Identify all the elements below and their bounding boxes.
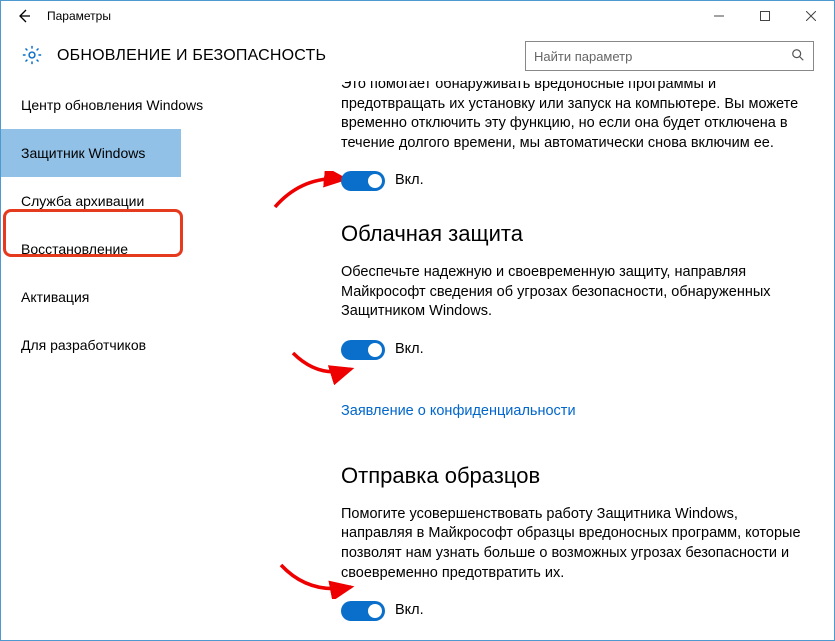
sidebar-item-label: Центр обновления Windows [21, 97, 203, 113]
gear-icon [21, 44, 43, 69]
titlebar: Параметры [1, 1, 834, 31]
search-placeholder: Найти параметр [534, 49, 791, 64]
sidebar-item-developers[interactable]: Для разработчиков [1, 321, 341, 369]
sidebar-item-label: Восстановление [21, 241, 128, 257]
content-panel: Это помогает обнаруживать вредоносные пр… [341, 81, 834, 640]
samples-heading: Отправка образцов [341, 461, 806, 491]
sidebar-item-label: Защитник Windows [21, 145, 145, 161]
page-heading: ОБНОВЛЕНИЕ И БЕЗОПАСНОСТЬ [57, 47, 326, 65]
cloud-toggle[interactable] [341, 340, 385, 360]
back-button[interactable] [1, 1, 47, 31]
sidebar-item-activation[interactable]: Активация [1, 273, 341, 321]
sidebar-item-label: Служба архивации [21, 193, 144, 209]
sidebar-item-backup[interactable]: Служба архивации [1, 177, 341, 225]
samples-desc: Помогите усовершенствовать работу Защитн… [341, 505, 806, 583]
cloud-state: Вкл. [395, 340, 424, 360]
settings-window: Параметры ОБНОВЛЕНИЕ И БЕЗОПАСНОСТЬ Найт… [0, 0, 835, 641]
minimize-button[interactable] [696, 1, 742, 31]
cloud-heading: Облачная защита [341, 219, 806, 249]
close-button[interactable] [788, 1, 834, 31]
realtime-desc: Это помогает обнаруживать вредоносные пр… [341, 81, 806, 153]
privacy-link[interactable]: Заявление о конфиденциальности [341, 402, 576, 422]
body: Центр обновления Windows Защитник Window… [1, 81, 834, 640]
window-title: Параметры [47, 9, 111, 23]
page-header: ОБНОВЛЕНИЕ И БЕЗОПАСНОСТЬ Найти параметр [1, 31, 834, 81]
realtime-toggle[interactable] [341, 171, 385, 191]
sidebar-item-windows-update[interactable]: Центр обновления Windows [1, 81, 341, 129]
cloud-desc: Обеспечьте надежную и своевременную защи… [341, 263, 806, 322]
samples-state: Вкл. [395, 601, 424, 621]
search-icon [791, 48, 805, 65]
sidebar: Центр обновления Windows Защитник Window… [1, 81, 341, 640]
sidebar-item-recovery[interactable]: Восстановление [1, 225, 341, 273]
sidebar-item-label: Активация [21, 289, 89, 305]
maximize-button[interactable] [742, 1, 788, 31]
search-input[interactable]: Найти параметр [525, 41, 814, 71]
realtime-state: Вкл. [395, 171, 424, 191]
sidebar-item-label: Для разработчиков [21, 337, 146, 353]
samples-toggle[interactable] [341, 601, 385, 621]
sidebar-item-defender[interactable]: Защитник Windows [1, 129, 181, 177]
